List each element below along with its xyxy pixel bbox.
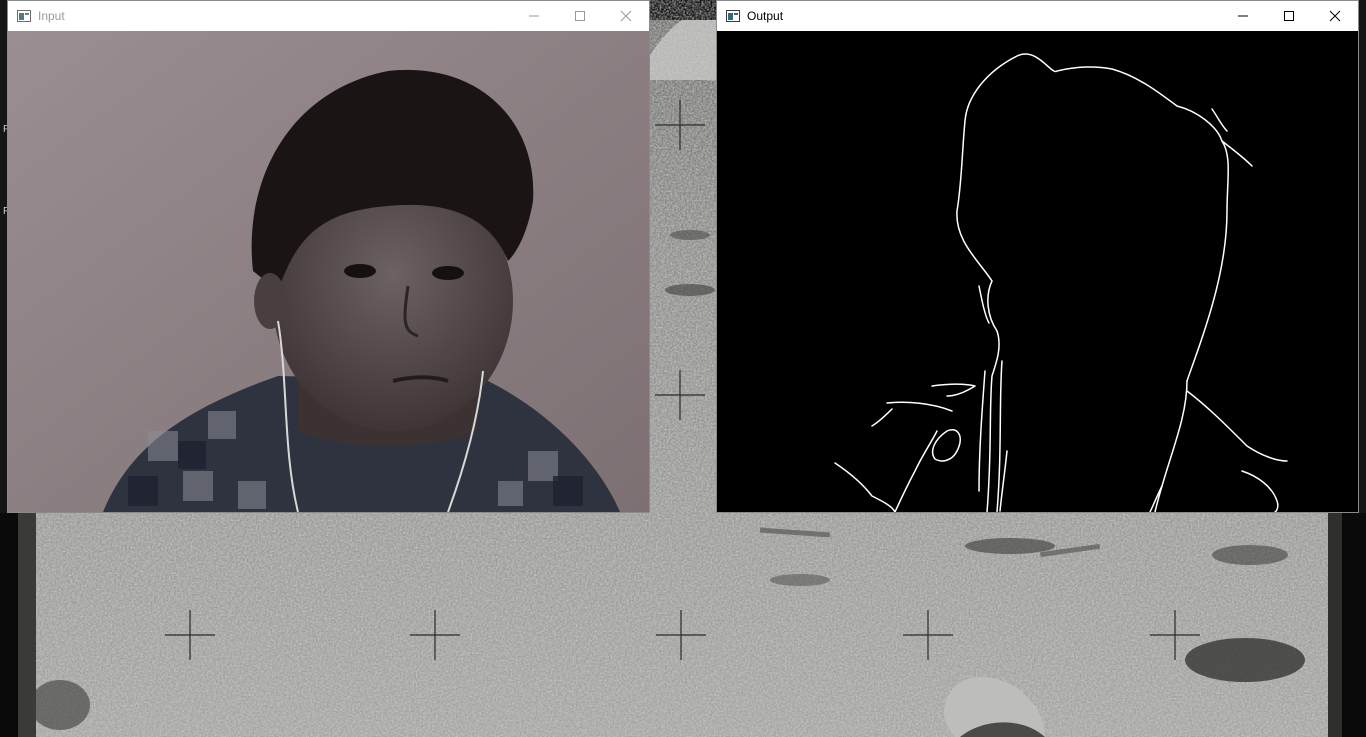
input-video-frame (8, 31, 649, 512)
minimize-icon (529, 15, 539, 17)
output-edge-frame (717, 31, 1358, 512)
app-window-icon (16, 8, 32, 24)
maximize-button[interactable] (1266, 1, 1312, 31)
input-window[interactable]: Input (7, 0, 650, 513)
app-window-icon (725, 8, 741, 24)
minimize-button[interactable] (1220, 1, 1266, 31)
output-window-titlebar[interactable]: Output (717, 1, 1358, 31)
edge-detection-image (717, 31, 1358, 512)
input-window-titlebar[interactable]: Input (8, 1, 649, 31)
output-window[interactable]: Output (716, 0, 1359, 513)
desktop: P P Input (0, 0, 1366, 737)
maximize-icon (1284, 11, 1294, 21)
window-title: Output (747, 9, 784, 23)
close-icon (620, 10, 632, 22)
close-icon (1329, 10, 1341, 22)
webcam-image (8, 31, 649, 512)
window-title: Input (38, 9, 65, 23)
maximize-button[interactable] (557, 1, 603, 31)
minimize-button[interactable] (511, 1, 557, 31)
maximize-icon (575, 11, 585, 21)
close-button[interactable] (603, 1, 649, 31)
minimize-icon (1238, 15, 1248, 17)
close-button[interactable] (1312, 1, 1358, 31)
